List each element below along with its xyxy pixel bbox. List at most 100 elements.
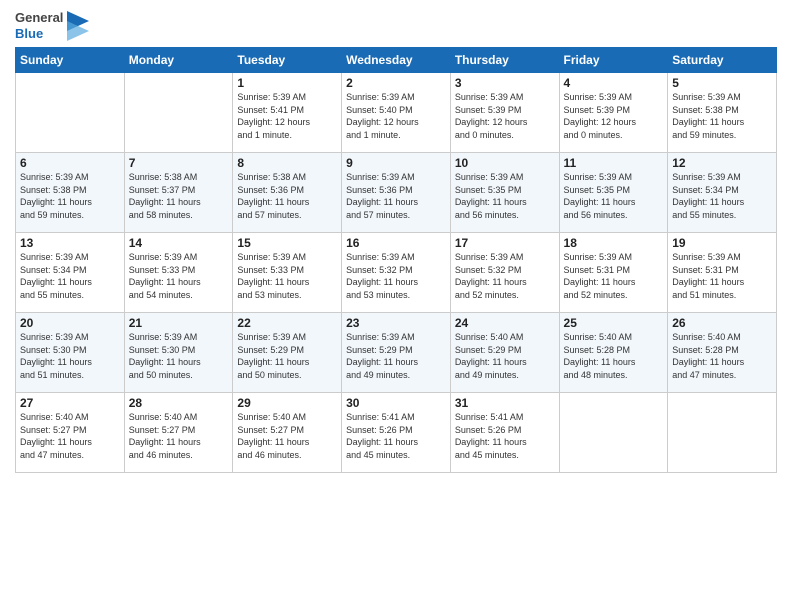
- day-number: 1: [237, 76, 337, 90]
- day-number: 13: [20, 236, 120, 250]
- calendar-cell: 21Sunrise: 5:39 AM Sunset: 5:30 PM Dayli…: [124, 313, 233, 393]
- day-number: 24: [455, 316, 555, 330]
- day-info: Sunrise: 5:39 AM Sunset: 5:39 PM Dayligh…: [455, 91, 555, 141]
- day-number: 17: [455, 236, 555, 250]
- day-info: Sunrise: 5:39 AM Sunset: 5:29 PM Dayligh…: [346, 331, 446, 381]
- day-info: Sunrise: 5:38 AM Sunset: 5:37 PM Dayligh…: [129, 171, 229, 221]
- day-number: 10: [455, 156, 555, 170]
- calendar-cell: 2Sunrise: 5:39 AM Sunset: 5:40 PM Daylig…: [342, 73, 451, 153]
- calendar-cell: 1Sunrise: 5:39 AM Sunset: 5:41 PM Daylig…: [233, 73, 342, 153]
- calendar-day-header: Tuesday: [233, 48, 342, 73]
- day-info: Sunrise: 5:40 AM Sunset: 5:27 PM Dayligh…: [129, 411, 229, 461]
- calendar-cell: 27Sunrise: 5:40 AM Sunset: 5:27 PM Dayli…: [16, 393, 125, 473]
- calendar-cell: 10Sunrise: 5:39 AM Sunset: 5:35 PM Dayli…: [450, 153, 559, 233]
- day-number: 15: [237, 236, 337, 250]
- calendar-cell: 18Sunrise: 5:39 AM Sunset: 5:31 PM Dayli…: [559, 233, 668, 313]
- day-number: 29: [237, 396, 337, 410]
- calendar-week-row: 27Sunrise: 5:40 AM Sunset: 5:27 PM Dayli…: [16, 393, 777, 473]
- calendar-cell: [668, 393, 777, 473]
- calendar-cell: [124, 73, 233, 153]
- day-info: Sunrise: 5:40 AM Sunset: 5:28 PM Dayligh…: [672, 331, 772, 381]
- calendar-header-row: SundayMondayTuesdayWednesdayThursdayFrid…: [16, 48, 777, 73]
- calendar-cell: 3Sunrise: 5:39 AM Sunset: 5:39 PM Daylig…: [450, 73, 559, 153]
- day-info: Sunrise: 5:39 AM Sunset: 5:33 PM Dayligh…: [237, 251, 337, 301]
- day-info: Sunrise: 5:39 AM Sunset: 5:35 PM Dayligh…: [564, 171, 664, 221]
- day-number: 31: [455, 396, 555, 410]
- calendar-cell: 19Sunrise: 5:39 AM Sunset: 5:31 PM Dayli…: [668, 233, 777, 313]
- day-info: Sunrise: 5:39 AM Sunset: 5:40 PM Dayligh…: [346, 91, 446, 141]
- calendar-week-row: 6Sunrise: 5:39 AM Sunset: 5:38 PM Daylig…: [16, 153, 777, 233]
- day-number: 12: [672, 156, 772, 170]
- day-info: Sunrise: 5:39 AM Sunset: 5:34 PM Dayligh…: [672, 171, 772, 221]
- calendar-day-header: Friday: [559, 48, 668, 73]
- day-number: 25: [564, 316, 664, 330]
- calendar-cell: 5Sunrise: 5:39 AM Sunset: 5:38 PM Daylig…: [668, 73, 777, 153]
- calendar-cell: 14Sunrise: 5:39 AM Sunset: 5:33 PM Dayli…: [124, 233, 233, 313]
- calendar-cell: 4Sunrise: 5:39 AM Sunset: 5:39 PM Daylig…: [559, 73, 668, 153]
- calendar: SundayMondayTuesdayWednesdayThursdayFrid…: [15, 47, 777, 473]
- calendar-day-header: Thursday: [450, 48, 559, 73]
- day-info: Sunrise: 5:39 AM Sunset: 5:29 PM Dayligh…: [237, 331, 337, 381]
- day-info: Sunrise: 5:39 AM Sunset: 5:36 PM Dayligh…: [346, 171, 446, 221]
- day-info: Sunrise: 5:39 AM Sunset: 5:34 PM Dayligh…: [20, 251, 120, 301]
- calendar-cell: 31Sunrise: 5:41 AM Sunset: 5:26 PM Dayli…: [450, 393, 559, 473]
- calendar-cell: 12Sunrise: 5:39 AM Sunset: 5:34 PM Dayli…: [668, 153, 777, 233]
- calendar-cell: 24Sunrise: 5:40 AM Sunset: 5:29 PM Dayli…: [450, 313, 559, 393]
- calendar-cell: 17Sunrise: 5:39 AM Sunset: 5:32 PM Dayli…: [450, 233, 559, 313]
- day-number: 7: [129, 156, 229, 170]
- calendar-cell: 20Sunrise: 5:39 AM Sunset: 5:30 PM Dayli…: [16, 313, 125, 393]
- day-info: Sunrise: 5:39 AM Sunset: 5:39 PM Dayligh…: [564, 91, 664, 141]
- page: General Blue SundayMondayTuesdayWednesda…: [0, 0, 792, 612]
- calendar-day-header: Sunday: [16, 48, 125, 73]
- day-info: Sunrise: 5:39 AM Sunset: 5:35 PM Dayligh…: [455, 171, 555, 221]
- calendar-cell: 7Sunrise: 5:38 AM Sunset: 5:37 PM Daylig…: [124, 153, 233, 233]
- day-number: 4: [564, 76, 664, 90]
- day-number: 22: [237, 316, 337, 330]
- calendar-day-header: Monday: [124, 48, 233, 73]
- day-number: 2: [346, 76, 446, 90]
- day-info: Sunrise: 5:41 AM Sunset: 5:26 PM Dayligh…: [455, 411, 555, 461]
- calendar-week-row: 13Sunrise: 5:39 AM Sunset: 5:34 PM Dayli…: [16, 233, 777, 313]
- calendar-cell: 8Sunrise: 5:38 AM Sunset: 5:36 PM Daylig…: [233, 153, 342, 233]
- day-info: Sunrise: 5:39 AM Sunset: 5:30 PM Dayligh…: [129, 331, 229, 381]
- day-info: Sunrise: 5:40 AM Sunset: 5:28 PM Dayligh…: [564, 331, 664, 381]
- calendar-cell: 16Sunrise: 5:39 AM Sunset: 5:32 PM Dayli…: [342, 233, 451, 313]
- logo-text-block: General Blue: [15, 10, 63, 41]
- calendar-cell: [16, 73, 125, 153]
- day-number: 3: [455, 76, 555, 90]
- day-info: Sunrise: 5:39 AM Sunset: 5:38 PM Dayligh…: [20, 171, 120, 221]
- calendar-day-header: Wednesday: [342, 48, 451, 73]
- calendar-cell: [559, 393, 668, 473]
- calendar-cell: 11Sunrise: 5:39 AM Sunset: 5:35 PM Dayli…: [559, 153, 668, 233]
- calendar-cell: 6Sunrise: 5:39 AM Sunset: 5:38 PM Daylig…: [16, 153, 125, 233]
- day-number: 8: [237, 156, 337, 170]
- day-number: 16: [346, 236, 446, 250]
- calendar-cell: 13Sunrise: 5:39 AM Sunset: 5:34 PM Dayli…: [16, 233, 125, 313]
- calendar-day-header: Saturday: [668, 48, 777, 73]
- day-number: 23: [346, 316, 446, 330]
- logo-general-text: General: [15, 10, 63, 26]
- calendar-cell: 15Sunrise: 5:39 AM Sunset: 5:33 PM Dayli…: [233, 233, 342, 313]
- logo-bird-icon: [67, 11, 89, 41]
- day-info: Sunrise: 5:39 AM Sunset: 5:31 PM Dayligh…: [564, 251, 664, 301]
- calendar-cell: 29Sunrise: 5:40 AM Sunset: 5:27 PM Dayli…: [233, 393, 342, 473]
- logo-graphic: General Blue: [15, 10, 89, 41]
- calendar-cell: 9Sunrise: 5:39 AM Sunset: 5:36 PM Daylig…: [342, 153, 451, 233]
- day-info: Sunrise: 5:39 AM Sunset: 5:31 PM Dayligh…: [672, 251, 772, 301]
- day-number: 28: [129, 396, 229, 410]
- day-info: Sunrise: 5:41 AM Sunset: 5:26 PM Dayligh…: [346, 411, 446, 461]
- day-info: Sunrise: 5:39 AM Sunset: 5:30 PM Dayligh…: [20, 331, 120, 381]
- day-info: Sunrise: 5:39 AM Sunset: 5:32 PM Dayligh…: [346, 251, 446, 301]
- calendar-week-row: 20Sunrise: 5:39 AM Sunset: 5:30 PM Dayli…: [16, 313, 777, 393]
- day-number: 9: [346, 156, 446, 170]
- day-number: 14: [129, 236, 229, 250]
- day-number: 5: [672, 76, 772, 90]
- day-info: Sunrise: 5:40 AM Sunset: 5:29 PM Dayligh…: [455, 331, 555, 381]
- logo-blue-text: Blue: [15, 26, 63, 42]
- day-info: Sunrise: 5:39 AM Sunset: 5:38 PM Dayligh…: [672, 91, 772, 141]
- calendar-cell: 26Sunrise: 5:40 AM Sunset: 5:28 PM Dayli…: [668, 313, 777, 393]
- day-info: Sunrise: 5:39 AM Sunset: 5:41 PM Dayligh…: [237, 91, 337, 141]
- day-number: 19: [672, 236, 772, 250]
- day-info: Sunrise: 5:40 AM Sunset: 5:27 PM Dayligh…: [20, 411, 120, 461]
- day-number: 26: [672, 316, 772, 330]
